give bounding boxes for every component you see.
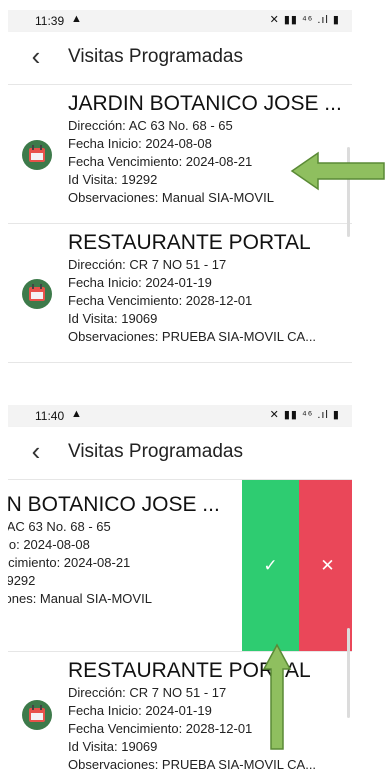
visit-start-date: Fecha Inicio: 2024-01-19	[68, 703, 212, 718]
visit-notes: Observaciones: Manual SIA-MOVIL	[68, 190, 274, 205]
calendar-icon	[22, 700, 52, 730]
reject-button[interactable]: ✕	[299, 480, 352, 651]
app-bar: ‹ Visitas Programadas	[8, 427, 352, 480]
close-icon: ✕	[320, 556, 335, 575]
accept-button[interactable]: ✓	[242, 480, 299, 651]
status-bar: 11:40 ▲ ✕ ▮▮ ⁴⁶ .ıl ▮	[8, 405, 352, 427]
warning-icon: ▲	[71, 13, 82, 25]
annotation-arrow-up-icon	[262, 643, 292, 750]
back-arrow-icon[interactable]: ‹	[22, 437, 50, 467]
back-arrow-icon[interactable]: ‹	[22, 42, 50, 72]
warning-icon: ▲	[71, 408, 82, 420]
visit-due-date: Fecha Vencimiento: 2028-12-01	[68, 293, 253, 308]
visit-name: JARDIN BOTANICO JOSE ...	[68, 92, 342, 115]
visit-address: Dirección: CR 7 NO 51 - 17	[68, 257, 227, 272]
visit-address: Dirección: AC 63 No. 68 - 65	[68, 118, 233, 133]
page-title: Visitas Programadas	[68, 46, 243, 67]
swiped-list-item[interactable]: JARDIN BOTANICO JOSE ... Dirección: AC 6…	[8, 480, 352, 652]
app-bar: ‹ Visitas Programadas	[8, 32, 352, 85]
calendar-icon	[22, 279, 52, 309]
visits-list[interactable]: JARDIN BOTANICO JOSE ... Dirección: AC 6…	[8, 85, 352, 383]
visit-id: Id Visita: 19069	[68, 311, 158, 326]
status-icons: ✕ ▮▮ ⁴⁶ .ıl ▮	[269, 14, 340, 26]
visit-due-date: Fecha Vencimiento: 2028-12-01	[68, 721, 253, 736]
visit-name: RESTAURANTE PORTAL	[68, 659, 311, 682]
screen-after-swipe: 11:40 ▲ ✕ ▮▮ ⁴⁶ .ıl ▮ ‹ Visitas Programa…	[8, 405, 352, 773]
list-item[interactable]: RESTAURANTE PORTAL Dirección: CR 7 NO 51…	[8, 224, 352, 363]
visit-notes: Observaciones: PRUEBA SIA-MOVIL CA...	[68, 757, 317, 772]
status-icons: ✕ ▮▮ ⁴⁶ .ıl ▮	[269, 409, 340, 421]
status-time: 11:39	[35, 14, 65, 28]
visits-list[interactable]: JARDIN BOTANICO JOSE ... Dirección: AC 6…	[8, 480, 352, 773]
visit-id: Id Visita: 19069	[68, 739, 158, 754]
annotation-arrow-left-icon	[290, 151, 385, 191]
page-title: Visitas Programadas	[68, 441, 243, 462]
visit-notes: Observaciones: PRUEBA SIA-MOVIL CA...	[68, 329, 317, 344]
scrollbar[interactable]	[347, 628, 350, 718]
visit-start-date: Fecha Inicio: 2024-01-19	[68, 275, 212, 290]
calendar-icon	[22, 140, 52, 170]
check-icon: ✓	[263, 556, 278, 575]
visit-name: RESTAURANTE PORTAL	[68, 231, 311, 254]
screen-before-swipe: 11:39 ▲ ✕ ▮▮ ⁴⁶ .ıl ▮ ‹ Visitas Programa…	[8, 10, 352, 383]
status-bar: 11:39 ▲ ✕ ▮▮ ⁴⁶ .ıl ▮	[8, 10, 352, 32]
visit-address: Dirección: CR 7 NO 51 - 17	[68, 685, 227, 700]
status-time: 11:40	[35, 409, 65, 423]
list-item[interactable]: RESTAURANTE PORTAL Dirección: CR 7 NO 51…	[8, 652, 352, 773]
